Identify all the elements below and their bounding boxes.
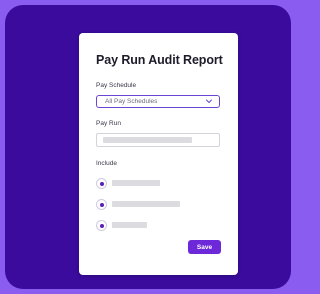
background-panel: Pay Run Audit Report Pay Schedule All Pa… bbox=[5, 5, 291, 289]
include-option-2[interactable] bbox=[96, 199, 206, 211]
radio-selected-icon bbox=[96, 178, 107, 189]
page-title: Pay Run Audit Report bbox=[96, 53, 223, 67]
radio-selected-icon bbox=[96, 199, 107, 210]
chevron-down-icon bbox=[206, 99, 212, 103]
include-option-1-label bbox=[112, 180, 160, 186]
include-option-2-label bbox=[112, 201, 180, 207]
include-option-3-label bbox=[112, 222, 147, 228]
include-option-3[interactable] bbox=[96, 220, 206, 232]
pay-schedule-label: Pay Schedule bbox=[96, 82, 137, 89]
pay-schedule-value: All Pay Schedules bbox=[105, 98, 158, 105]
include-label: Include bbox=[96, 160, 117, 167]
pay-run-input[interactable] bbox=[96, 133, 220, 147]
pay-run-label: Pay Run bbox=[96, 120, 121, 127]
radio-selected-icon bbox=[96, 220, 107, 231]
pay-schedule-select[interactable]: All Pay Schedules bbox=[96, 95, 220, 108]
save-button[interactable]: Save bbox=[188, 240, 221, 254]
pay-run-value-placeholder bbox=[103, 137, 192, 143]
report-form-card: Pay Run Audit Report Pay Schedule All Pa… bbox=[79, 33, 238, 275]
include-option-1[interactable] bbox=[96, 178, 206, 190]
